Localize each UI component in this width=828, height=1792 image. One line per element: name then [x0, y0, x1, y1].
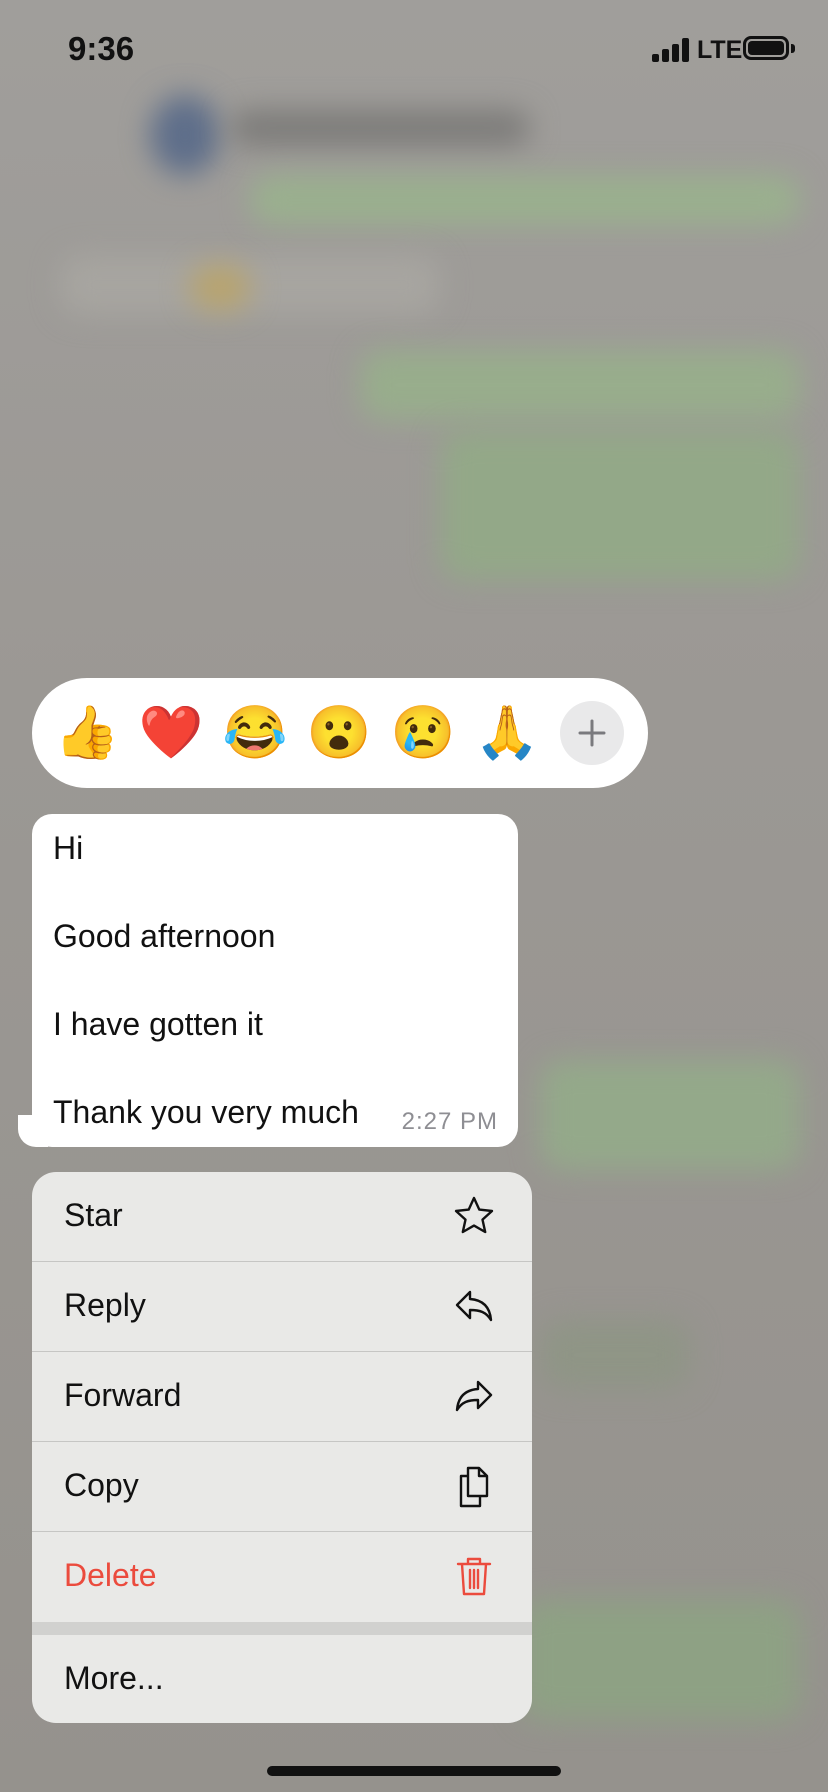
- blurred-message: [190, 265, 250, 310]
- menu-item-label: Reply: [64, 1287, 146, 1323]
- reaction-thumbs-up[interactable]: 👍: [54, 700, 120, 766]
- message-timestamp: 2:27 PM: [401, 1108, 498, 1135]
- blurred-contact-name: [230, 110, 530, 146]
- home-indicator[interactable]: [267, 1766, 561, 1776]
- plus-icon: [578, 719, 606, 747]
- more-reactions-button[interactable]: [560, 701, 624, 765]
- menu-item-label: Copy: [64, 1467, 139, 1503]
- menu-item-forward[interactable]: Forward: [32, 1352, 532, 1441]
- reaction-crying[interactable]: 😢: [390, 700, 456, 766]
- battery-tip: [791, 44, 795, 53]
- message-line: I have gotten it: [53, 1006, 263, 1042]
- copy-icon: [459, 1466, 489, 1508]
- blurred-message: [60, 255, 440, 315]
- blurred-message: [540, 1060, 800, 1170]
- message-bubble[interactable]: Hi Good afternoon I have gotten it Thank…: [32, 814, 518, 1147]
- star-icon: [454, 1196, 494, 1234]
- reaction-laughing[interactable]: 😂: [222, 700, 288, 766]
- menu-item-label: Star: [64, 1197, 123, 1233]
- reaction-surprised[interactable]: 😮: [306, 700, 372, 766]
- menu-item-label: More...: [64, 1660, 164, 1696]
- context-menu: Star Reply Forward Copy Delete More...: [32, 1172, 532, 1723]
- status-time: 9:36: [68, 30, 135, 67]
- blurred-message: [520, 1600, 800, 1720]
- menu-item-delete[interactable]: Delete: [32, 1532, 532, 1621]
- menu-section-gap: [32, 1622, 532, 1635]
- reaction-bar: 👍 ❤️ 😂 😮 😢 🙏: [32, 678, 648, 788]
- status-bar: 9:36 LTE: [0, 0, 828, 100]
- reply-icon: [455, 1290, 493, 1322]
- trash-icon: [456, 1557, 492, 1596]
- reaction-heart[interactable]: ❤️: [138, 700, 204, 766]
- blurred-message: [540, 1320, 690, 1390]
- menu-item-label: Forward: [64, 1377, 182, 1413]
- blurred-message: [440, 430, 800, 580]
- menu-item-reply[interactable]: Reply: [32, 1262, 532, 1351]
- forward-icon: [455, 1380, 493, 1412]
- blurred-avatar: [150, 95, 220, 175]
- menu-item-label: Delete: [64, 1557, 157, 1593]
- reaction-praying[interactable]: 🙏: [474, 700, 540, 766]
- blurred-message: [360, 350, 800, 420]
- battery-icon: [743, 36, 789, 60]
- blurred-message: [250, 175, 800, 225]
- message-line: Good afternoon: [53, 918, 276, 954]
- message-line: Hi: [53, 830, 84, 866]
- message-line: Thank you very much: [53, 1094, 359, 1130]
- menu-item-more[interactable]: More...: [32, 1635, 532, 1723]
- menu-item-copy[interactable]: Copy: [32, 1442, 532, 1531]
- network-type: LTE: [697, 36, 743, 64]
- signal-icon: [652, 36, 692, 62]
- menu-item-star[interactable]: Star: [32, 1172, 532, 1261]
